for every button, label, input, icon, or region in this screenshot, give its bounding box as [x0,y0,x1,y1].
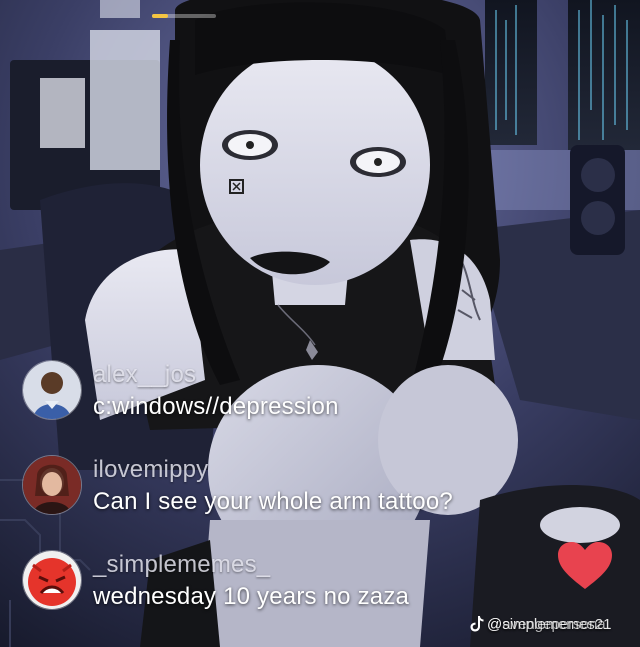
comment-username[interactable]: alex__jos [93,361,196,389]
comment-text: wednesday 10 years no zaza [93,583,410,610]
comment-text: c:windows//depression [93,393,339,420]
comment-username[interactable]: ilovemippy [93,456,208,484]
live-progress-fill [152,14,168,18]
avatar[interactable] [22,455,82,515]
comment-item[interactable]: alex__jos c:windows//depression [22,360,582,426]
live-stream-view: alex__jos c:windows//depression ilovemip… [0,0,640,647]
heart-icon [558,542,612,589]
like-button[interactable] [556,541,614,591]
live-progress-bar [152,14,216,18]
tiktok-watermark: @simplememes21 @avengepersona [470,612,611,636]
comment-item[interactable]: ilovemippy Can I see your whole arm tatt… [22,455,582,521]
watermark-handle: @avengepersona [487,615,606,633]
comment-text: Can I see your whole arm tattoo? [93,488,453,515]
comment-item[interactable]: _simplememes_ wednesday 10 years no zaza [22,550,582,616]
avatar[interactable] [22,550,82,610]
avatar[interactable] [22,360,82,420]
tiktok-logo-icon [470,616,484,632]
comment-username[interactable]: _simplememes_ [93,551,270,579]
